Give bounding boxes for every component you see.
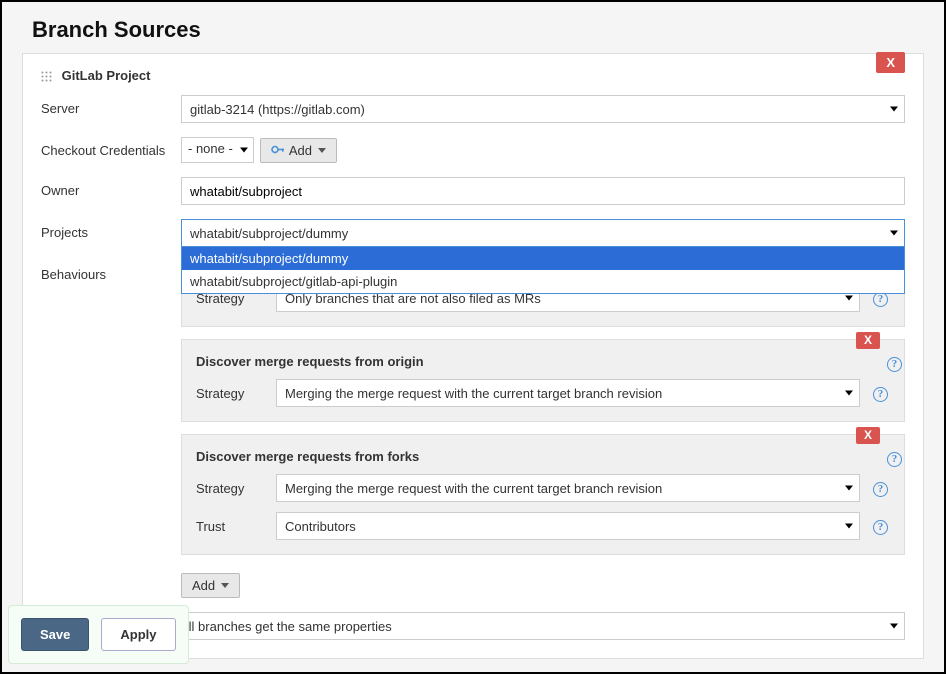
behaviours-label: Behaviours: [41, 261, 181, 282]
help-icon[interactable]: ?: [873, 384, 888, 402]
behaviour-delete-button[interactable]: X: [856, 332, 880, 349]
checkout-credentials-label: Checkout Credentials: [41, 137, 181, 158]
behaviour-block: X ? Discover merge requests from origin …: [181, 339, 905, 422]
chevron-down-icon: [221, 583, 229, 588]
section-header: GitLab Project: [23, 54, 923, 95]
chevron-down-icon: [318, 148, 326, 153]
add-behaviour-label: Add: [192, 578, 215, 593]
section-delete-button[interactable]: X: [876, 52, 905, 73]
trust-select[interactable]: Contributors: [276, 512, 860, 540]
strategy-select[interactable]: Merging the merge request with the curre…: [276, 379, 860, 407]
property-strategy-value: All branches get the same properties: [180, 619, 392, 634]
grip-icon[interactable]: [41, 71, 52, 82]
chevron-down-icon: [890, 624, 898, 629]
server-value: gitlab-3214 (https://gitlab.com): [190, 102, 365, 117]
help-icon[interactable]: ?: [873, 479, 888, 497]
page-title: Branch Sources: [2, 2, 944, 53]
footer-actions: Save Apply: [8, 605, 189, 664]
behaviour-delete-button[interactable]: X: [856, 427, 880, 444]
key-icon: [271, 143, 285, 158]
chevron-down-icon: [845, 524, 853, 529]
add-credentials-label: Add: [289, 143, 312, 158]
strategy-label: Strategy: [196, 386, 276, 401]
projects-value: whatabit/subproject/dummy: [190, 226, 348, 241]
projects-label: Projects: [41, 219, 181, 240]
help-icon[interactable]: ?: [873, 517, 888, 535]
server-select[interactable]: gitlab-3214 (https://gitlab.com): [181, 95, 905, 123]
property-strategy-select[interactable]: All branches get the same properties: [171, 612, 905, 640]
chevron-down-icon: [240, 148, 248, 153]
add-behaviour-button[interactable]: Add: [181, 573, 240, 598]
credentials-select[interactable]: - none -: [181, 137, 254, 163]
apply-button[interactable]: Apply: [101, 618, 175, 651]
credentials-value: - none -: [188, 141, 233, 156]
strategy-value: Merging the merge request with the curre…: [285, 481, 662, 496]
trust-value: Contributors: [285, 519, 356, 534]
behaviour-title: Discover merge requests from forks: [196, 449, 890, 464]
owner-label: Owner: [41, 177, 181, 198]
gitlab-project-section: X GitLab Project Server gitlab-3214 (htt…: [22, 53, 924, 659]
projects-dropdown: whatabit/subproject/dummy whatabit/subpr…: [181, 247, 905, 294]
strategy-select[interactable]: Merging the merge request with the curre…: [276, 474, 860, 502]
owner-input[interactable]: [181, 177, 905, 205]
projects-option[interactable]: whatabit/subproject/gitlab-api-plugin: [182, 270, 904, 293]
chevron-down-icon: [845, 296, 853, 301]
trust-label: Trust: [196, 519, 276, 534]
save-button[interactable]: Save: [21, 618, 89, 651]
help-icon[interactable]: ?: [887, 449, 902, 467]
chevron-down-icon: [890, 107, 898, 112]
projects-select[interactable]: whatabit/subproject/dummy: [181, 219, 905, 247]
strategy-value: Merging the merge request with the curre…: [285, 386, 662, 401]
projects-option[interactable]: whatabit/subproject/dummy: [182, 247, 904, 270]
chevron-down-icon: [890, 231, 898, 236]
server-label: Server: [41, 95, 181, 116]
chevron-down-icon: [845, 486, 853, 491]
help-icon[interactable]: ?: [887, 354, 902, 372]
behaviour-block: X ? Discover merge requests from forks S…: [181, 434, 905, 555]
chevron-down-icon: [845, 391, 853, 396]
strategy-label: Strategy: [196, 481, 276, 496]
behaviour-title: Discover merge requests from origin: [196, 354, 890, 369]
section-title: GitLab Project: [62, 68, 151, 83]
add-credentials-button[interactable]: Add: [260, 138, 337, 163]
